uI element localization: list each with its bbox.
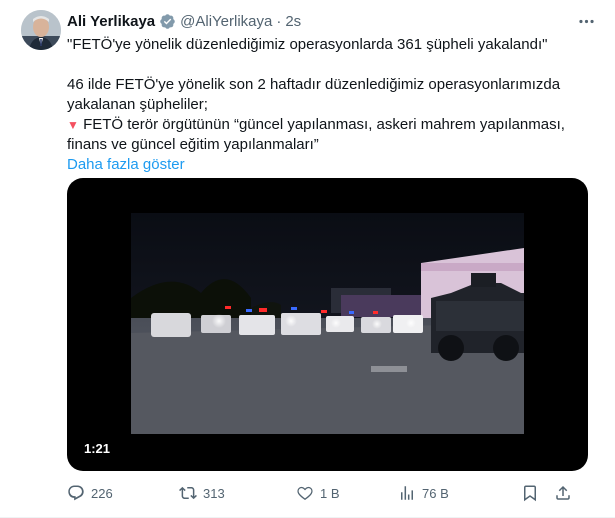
red-triangle-icon: ▼ xyxy=(67,118,79,132)
views-icon xyxy=(401,486,413,500)
verified-badge-icon xyxy=(159,13,176,30)
author-name[interactable]: Ali Yerlikaya xyxy=(67,13,155,30)
tweet-bullet: ▼ FETÖ terör örgütünün “güncel yapılanma… xyxy=(67,115,597,155)
repost-icon xyxy=(179,486,197,500)
repost-count: 313 xyxy=(203,485,225,501)
heart-icon xyxy=(297,486,313,500)
video-player[interactable]: 1:21 xyxy=(67,178,588,471)
tweet-paragraph: 46 ilde FETÖ'ye yönelik son 2 haftadır d… xyxy=(67,76,561,113)
views-button[interactable]: 76 B xyxy=(398,484,521,502)
repost-button[interactable]: 313 xyxy=(179,484,296,502)
reply-count: 226 xyxy=(91,485,113,501)
video-scene xyxy=(131,213,524,434)
timestamp[interactable]: 2s xyxy=(285,13,301,30)
tweet-header: Ali Yerlikaya @AliYerlikaya · 2s xyxy=(67,11,301,31)
video-thumbnail[interactable] xyxy=(131,213,524,434)
action-bar: 226 313 1 B 76 B xyxy=(67,482,597,504)
separator-dot: · xyxy=(276,12,282,30)
avatar-image xyxy=(21,10,61,50)
tweet-headline: "FETÖ'ye yönelik düzenlediğimiz operasyo… xyxy=(67,36,548,53)
video-duration: 1:21 xyxy=(79,439,116,458)
tweet-bullet-text: FETÖ terör örgütünün “güncel yapılanması… xyxy=(67,116,565,153)
show-more-link[interactable]: Daha fazla göster xyxy=(67,155,597,175)
reply-icon xyxy=(68,485,84,501)
share-icon xyxy=(556,485,570,500)
more-horizontal-icon[interactable] xyxy=(575,10,597,32)
tweet[interactable]: Ali Yerlikaya @AliYerlikaya · 2s "FETÖ'y… xyxy=(0,0,615,518)
tweet-text: "FETÖ'ye yönelik düzenlediğimiz operasyo… xyxy=(67,35,597,175)
reply-button[interactable]: 226 xyxy=(67,484,179,502)
author-handle[interactable]: @AliYerlikaya xyxy=(180,13,272,30)
views-count: 76 B xyxy=(422,485,449,501)
like-button[interactable]: 1 B xyxy=(296,484,398,502)
bookmark-button[interactable] xyxy=(521,484,554,502)
avatar[interactable] xyxy=(21,10,61,50)
like-count: 1 B xyxy=(320,485,340,501)
bookmark-icon xyxy=(524,485,536,502)
share-button[interactable] xyxy=(554,484,574,502)
